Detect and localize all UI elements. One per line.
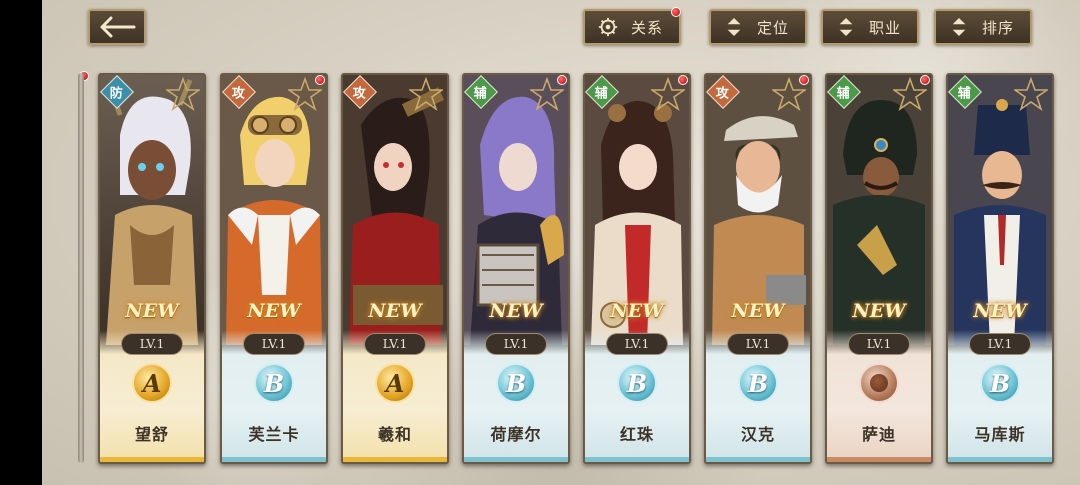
hero-card[interactable]: 辅 NEW LV.1 B 红珠 <box>583 73 691 464</box>
letterbox <box>0 0 42 485</box>
star-icon <box>530 77 564 111</box>
hero-name: 望舒 <box>134 425 169 444</box>
rank-badge: B <box>254 363 294 403</box>
notification-dot <box>671 7 681 17</box>
previous-card-edge[interactable] <box>78 73 84 463</box>
gear-hand-icon <box>595 14 621 40</box>
hero-card[interactable]: 攻 NEW LV.1 B 芙兰卡 <box>220 73 328 464</box>
hero-name: 马库斯 <box>974 425 1026 444</box>
sort-arrows-icon <box>946 14 972 40</box>
level-label: LV.1 <box>849 334 909 354</box>
level-label: LV.1 <box>970 334 1030 354</box>
new-tag: NEW <box>973 300 1027 322</box>
new-tag: NEW <box>247 300 301 322</box>
rank-badge: B <box>617 363 657 403</box>
position-filter-label: 定位 <box>756 18 789 37</box>
level-label: LV.1 <box>607 334 667 354</box>
hero-card[interactable]: 辅 NEW LV.1 萨迪 <box>825 73 933 464</box>
hero-name: 羲和 <box>377 425 412 444</box>
new-tag: NEW <box>731 300 785 322</box>
level-label: LV.1 <box>728 334 788 354</box>
sort-arrows-icon <box>833 14 859 40</box>
hero-name: 红珠 <box>619 425 654 444</box>
hero-card[interactable]: 攻 NEW LV.1 B 汉克 <box>704 73 812 464</box>
hero-name: 萨迪 <box>861 425 896 444</box>
star-icon <box>288 77 322 111</box>
new-tag: NEW <box>125 300 179 322</box>
hero-name: 汉克 <box>740 425 775 444</box>
sort-button[interactable]: 排序 <box>934 9 1032 45</box>
hero-roster-screen: 关系 定位 职业 排序 防 NEW LV.1 A 望舒 攻 NEW LV.1 B… <box>42 0 1080 485</box>
sort-label: 排序 <box>981 18 1014 37</box>
star-icon <box>651 77 685 111</box>
hero-card[interactable]: 辅 NEW LV.1 B 马库斯 <box>946 73 1054 464</box>
new-tag: NEW <box>852 300 906 322</box>
star-icon <box>166 77 200 111</box>
rank-badge: A <box>375 363 415 403</box>
star-icon <box>1014 77 1048 111</box>
back-arrow-icon <box>100 16 136 38</box>
back-button[interactable] <box>88 9 146 45</box>
hero-name: 芙兰卡 <box>248 425 300 444</box>
relation-label: 关系 <box>630 18 663 37</box>
new-tag: NEW <box>368 300 422 322</box>
level-label: LV.1 <box>365 334 425 354</box>
star-icon <box>772 77 806 111</box>
hero-card[interactable]: 攻 NEW LV.1 A 羲和 <box>341 73 449 464</box>
rank-badge <box>859 363 899 403</box>
star-icon <box>893 77 927 111</box>
hero-card[interactable]: 防 NEW LV.1 A 望舒 <box>98 73 206 464</box>
class-filter-label: 职业 <box>868 18 901 37</box>
hero-card[interactable]: 辅 NEW LV.1 B 荷摩尔 <box>462 73 570 464</box>
rank-badge: B <box>738 363 778 403</box>
level-label: LV.1 <box>486 334 546 354</box>
sort-arrows-icon <box>721 14 747 40</box>
nut-icon <box>870 374 888 392</box>
level-label: LV.1 <box>122 334 182 354</box>
relation-button[interactable]: 关系 <box>583 7 681 45</box>
rank-badge: A <box>132 363 172 403</box>
hero-name: 荷摩尔 <box>490 425 542 444</box>
position-filter-button[interactable]: 定位 <box>709 9 807 45</box>
new-tag: NEW <box>610 300 664 322</box>
star-icon <box>409 77 443 111</box>
level-label: LV.1 <box>244 334 304 354</box>
rank-badge: B <box>496 363 536 403</box>
rank-badge: B <box>980 363 1020 403</box>
new-tag: NEW <box>489 300 543 322</box>
class-filter-button[interactable]: 职业 <box>821 9 919 45</box>
